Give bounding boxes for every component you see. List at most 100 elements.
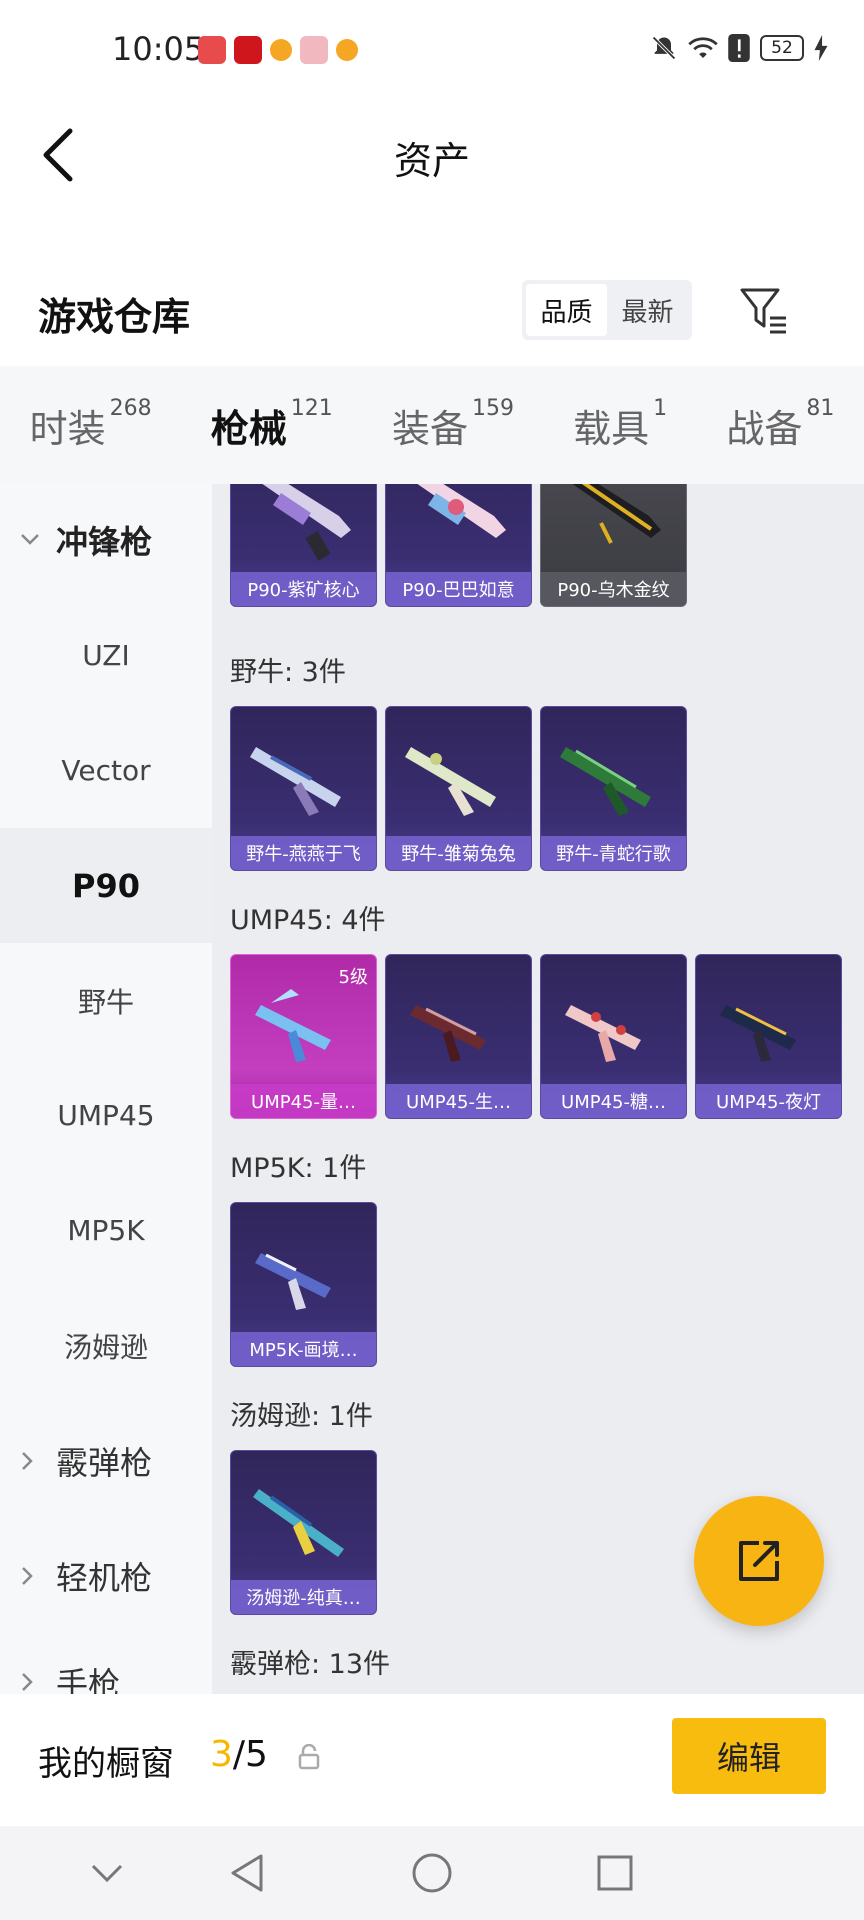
- tab-label: 装备: [391, 407, 468, 451]
- sidebar-item-thompson[interactable]: 汤姆逊: [0, 1288, 212, 1403]
- tab-count: 1: [653, 396, 668, 421]
- sidebar-item-bison[interactable]: 野牛: [0, 943, 212, 1058]
- sidebar-item-label: UMP45: [57, 1099, 155, 1132]
- tab-vehicles[interactable]: 载具 1: [573, 396, 668, 453]
- showcase-label: 我的橱窗: [38, 1744, 174, 1784]
- system-back-button[interactable]: [224, 1850, 270, 1896]
- section-title-thompson: 汤姆逊: 1件: [230, 1401, 373, 1432]
- share-icon: [739, 1541, 779, 1581]
- sort-newest-button[interactable]: 最新: [607, 284, 688, 336]
- bison-skin-grid: 野牛-燕燕于飞 野牛-雏菊兔兔 野牛-青蛇行歌: [230, 706, 687, 871]
- sidebar-item-label: P90: [72, 866, 140, 905]
- gift-app-icon: [300, 36, 328, 64]
- sidebar-group-shotgun[interactable]: 霰弹枪: [0, 1403, 212, 1518]
- sort-toggle: 品质 最新: [522, 280, 692, 340]
- skin-name: P90-乌木金纹: [541, 572, 686, 606]
- sidebar-group-pistol[interactable]: 手枪: [0, 1624, 212, 1694]
- alert-icon: [728, 34, 750, 62]
- skin-card[interactable]: P90-巴巴如意: [385, 484, 532, 607]
- skin-card[interactable]: UMP45-生…: [385, 954, 532, 1119]
- sidebar-item-ump45[interactable]: UMP45: [0, 1058, 212, 1173]
- status-notification-icons: [198, 36, 358, 64]
- skin-name: UMP45-夜灯: [696, 1084, 841, 1118]
- section-title-shotgun: 霰弹枪: 13件: [230, 1649, 391, 1680]
- status-bar: 10:05 52: [0, 0, 864, 100]
- skin-card[interactable]: 汤姆逊-纯真…: [230, 1450, 377, 1615]
- tab-label: 枪械: [210, 407, 287, 451]
- skin-name: UMP45-糖…: [541, 1084, 686, 1118]
- skin-card[interactable]: UMP45-夜灯: [695, 954, 842, 1119]
- circle-home-icon: [412, 1853, 452, 1893]
- tab-label: 时装: [29, 407, 106, 451]
- sidebar-item-label: 野牛: [77, 985, 134, 1019]
- tab-equipment[interactable]: 装备 159: [391, 396, 514, 453]
- sidebar-item-vector[interactable]: Vector: [0, 713, 212, 828]
- lock-icon: [298, 1744, 320, 1770]
- skin-name: P90-巴巴如意: [386, 572, 531, 606]
- weapon-type-sidebar: 冲锋枪 UZI Vector P90 野牛 UMP45 MP5K 汤姆逊 霰弹枪…: [0, 484, 212, 1694]
- weapon-skin-image: [262, 484, 351, 561]
- tab-weapons[interactable]: 枪械 121: [210, 396, 333, 492]
- share-button[interactable]: [694, 1496, 824, 1626]
- skin-card[interactable]: MP5K-画境…: [230, 1202, 377, 1367]
- sidebar-item-label: UZI: [82, 639, 130, 672]
- sidebar-group-label: 手枪: [56, 1664, 121, 1695]
- showcase-total: /5: [232, 1734, 268, 1775]
- filter-button[interactable]: [738, 284, 790, 336]
- sidebar-item-label: 汤姆逊: [63, 1330, 148, 1364]
- thompson-skin-grid: 汤姆逊-纯真…: [230, 1450, 377, 1615]
- skin-card[interactable]: P90-紫矿核心: [230, 484, 377, 607]
- skin-card[interactable]: 野牛-雏菊兔兔: [385, 706, 532, 871]
- weapon-skin-image: [405, 747, 496, 816]
- battery-level: 52: [760, 35, 804, 61]
- showcase-count: 3/5: [210, 1734, 268, 1775]
- sidebar-group-label: 霰弹枪: [56, 1443, 153, 1482]
- charging-icon: [814, 35, 828, 61]
- skin-card[interactable]: 野牛-青蛇行歌: [540, 706, 687, 871]
- chevron-down-icon: [20, 533, 48, 547]
- tab-fashion[interactable]: 时装 268: [29, 396, 152, 453]
- weapon-skin-image: [410, 1005, 486, 1062]
- mute-bell-icon: [652, 36, 676, 60]
- wifi-icon: [688, 37, 718, 58]
- system-home-button[interactable]: [409, 1850, 455, 1896]
- p90-skin-grid: P90-紫矿核心 P90-巴巴如意 P90-乌木金纹: [230, 484, 687, 607]
- skin-card[interactable]: P90-乌木金纹: [540, 484, 687, 607]
- tab-label: 战备: [726, 407, 803, 451]
- sidebar-group-smg[interactable]: 冲锋枪: [0, 484, 212, 597]
- tab-count: 268: [109, 396, 152, 421]
- weapon-skin-image: [560, 747, 651, 816]
- weapon-skin-image: [417, 484, 506, 538]
- weapon-skin-image: [720, 1005, 796, 1062]
- sidebar-group-lmg[interactable]: 轻机枪: [0, 1518, 212, 1633]
- skin-name: 野牛-青蛇行歌: [541, 836, 686, 870]
- category-tabs: 时装 268 枪械 121 装备 159 载具 1 战备 81: [0, 366, 864, 492]
- red-app-icon: [234, 36, 262, 64]
- weapon-skin-image: [255, 1253, 331, 1310]
- warehouse-title: 游戏仓库: [38, 295, 191, 339]
- edit-button[interactable]: 编辑: [672, 1718, 826, 1794]
- sidebar-item-p90[interactable]: P90: [0, 828, 212, 943]
- system-recents-button[interactable]: [592, 1850, 638, 1896]
- weapon-skin-image: [565, 1005, 641, 1062]
- skin-name: MP5K-画境…: [231, 1332, 376, 1366]
- skin-card[interactable]: 野牛-燕燕于飞: [230, 706, 377, 871]
- orange-app-icon: [270, 39, 292, 61]
- tab-supplies[interactable]: 战备 81: [726, 396, 834, 453]
- huawei-app-icon: [198, 36, 226, 64]
- skin-card[interactable]: 5级 UMP45-量…: [230, 954, 377, 1119]
- hide-nav-button[interactable]: [84, 1850, 130, 1896]
- system-navigation-bar: [0, 1826, 864, 1920]
- sort-quality-button[interactable]: 品质: [526, 284, 607, 336]
- weapon-skin-image: [572, 484, 661, 544]
- weapon-skin-image: [253, 1489, 344, 1557]
- status-time: 10:05: [112, 30, 205, 68]
- tab-count: 159: [471, 396, 514, 421]
- sidebar-item-uzi[interactable]: UZI: [0, 598, 212, 713]
- sidebar-group-label: 冲锋枪: [56, 522, 153, 561]
- skin-card[interactable]: UMP45-糖…: [540, 954, 687, 1119]
- chevron-down-icon: [91, 1864, 123, 1883]
- section-title-ump45: UMP45: 4件: [230, 905, 386, 936]
- chevron-right-icon: [20, 1451, 48, 1471]
- sidebar-item-mp5k[interactable]: MP5K: [0, 1173, 212, 1288]
